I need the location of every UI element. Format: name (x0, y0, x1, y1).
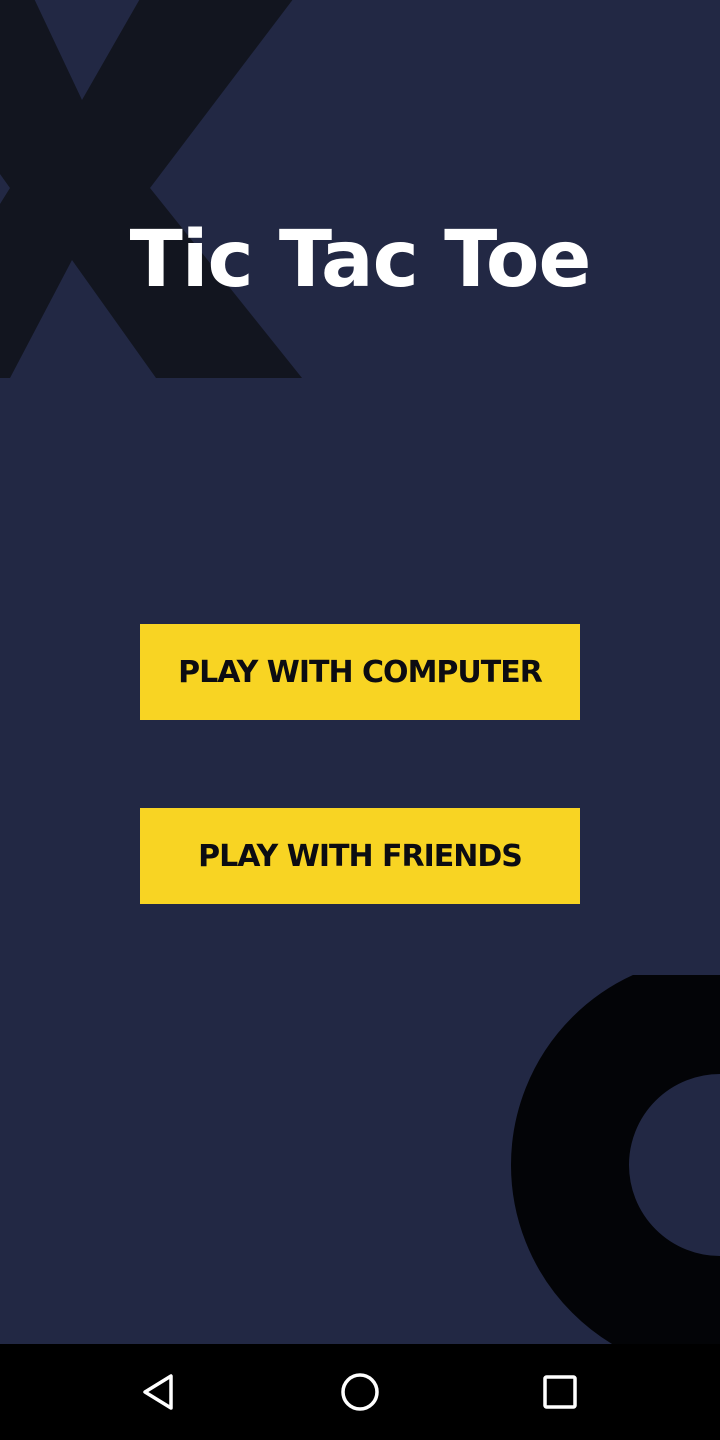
system-navigation-bar (0, 1344, 720, 1440)
play-with-computer-button[interactable]: PLAY WITH COMPUTER (140, 624, 580, 720)
play-with-friends-label: PLAY WITH FRIENDS (198, 838, 523, 874)
nav-home-button[interactable] (336, 1368, 384, 1416)
play-with-friends-button[interactable]: PLAY WITH FRIENDS (140, 808, 580, 904)
page-title: Tic Tac Toe (129, 215, 592, 305)
nav-back-button[interactable] (136, 1368, 184, 1416)
app-area: Tic Tac Toe PLAY WITH COMPUTER PLAY WITH… (0, 0, 720, 1344)
back-triangle-icon (143, 1374, 173, 1410)
nav-recents-button[interactable] (536, 1368, 584, 1416)
home-circle-icon (341, 1373, 379, 1411)
x-mark-icon (0, 0, 302, 378)
play-with-computer-label: PLAY WITH COMPUTER (178, 654, 543, 690)
recents-square-icon (543, 1375, 577, 1409)
screen: Tic Tac Toe PLAY WITH COMPUTER PLAY WITH… (0, 0, 720, 1440)
o-mark-icon (511, 975, 720, 1344)
